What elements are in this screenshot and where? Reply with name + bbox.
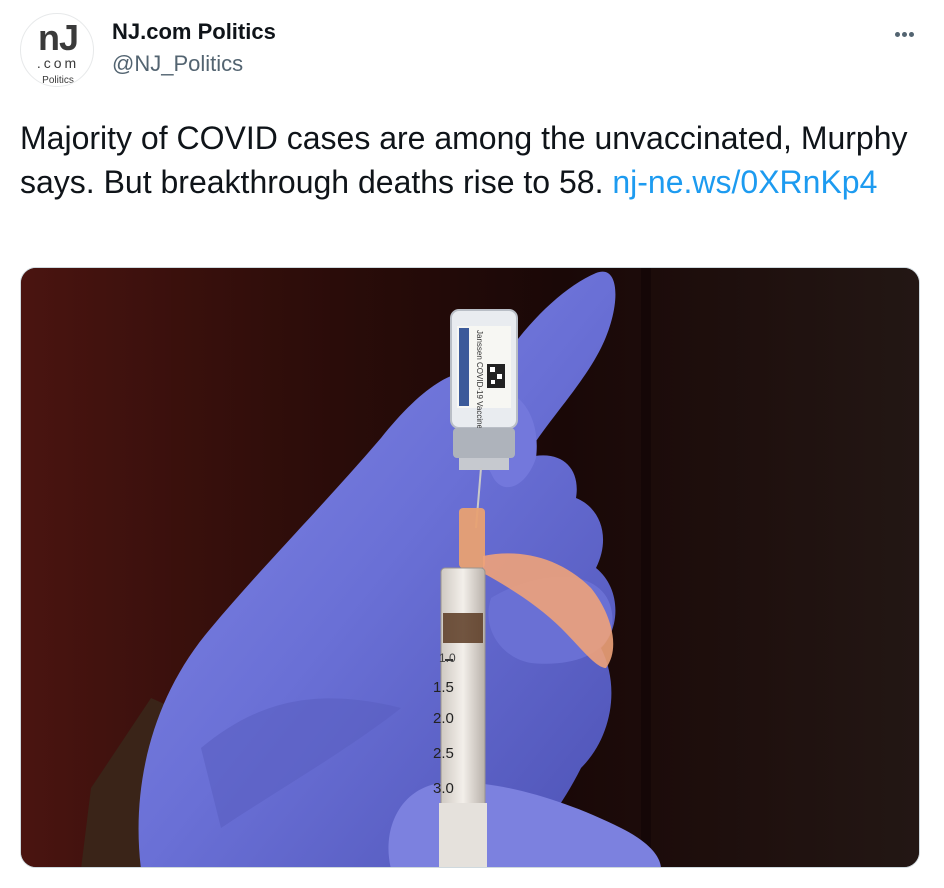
more-dot bbox=[895, 32, 900, 37]
tweet-media-photo[interactable]: Janssen COVID-19 Vaccine 1.5 2.0 2.5 3.0… bbox=[20, 267, 920, 868]
syringe-mark: 2.0 bbox=[433, 710, 454, 727]
more-dot bbox=[902, 32, 907, 37]
avatar-logo-caption: Politics bbox=[42, 75, 74, 86]
syringe-mark: 1.5 bbox=[433, 679, 454, 696]
avatar[interactable]: nJ .com Politics bbox=[20, 13, 94, 87]
avatar-logo-domain: .com bbox=[36, 55, 80, 71]
more-dot bbox=[909, 32, 914, 37]
syringe-mark: 3.0 bbox=[433, 780, 454, 797]
vial-label: Janssen COVID-19 Vaccine bbox=[475, 330, 484, 430]
author-handle[interactable]: @NJ_Politics bbox=[112, 50, 243, 78]
tweet-link[interactable]: nj-ne.ws/0XRnKp4 bbox=[612, 164, 877, 200]
author-display-name[interactable]: NJ.com Politics bbox=[112, 18, 276, 46]
syringe-mark: 2.5 bbox=[433, 745, 454, 762]
more-icon[interactable] bbox=[880, 20, 928, 48]
vaccine-photo: Janssen COVID-19 Vaccine 1.5 2.0 2.5 3.0… bbox=[21, 268, 919, 867]
tweet-text: Majority of COVID cases are among the un… bbox=[20, 116, 920, 204]
syringe-mark: 1.0 bbox=[439, 651, 456, 665]
avatar-logo-main: nJ bbox=[37, 17, 79, 58]
